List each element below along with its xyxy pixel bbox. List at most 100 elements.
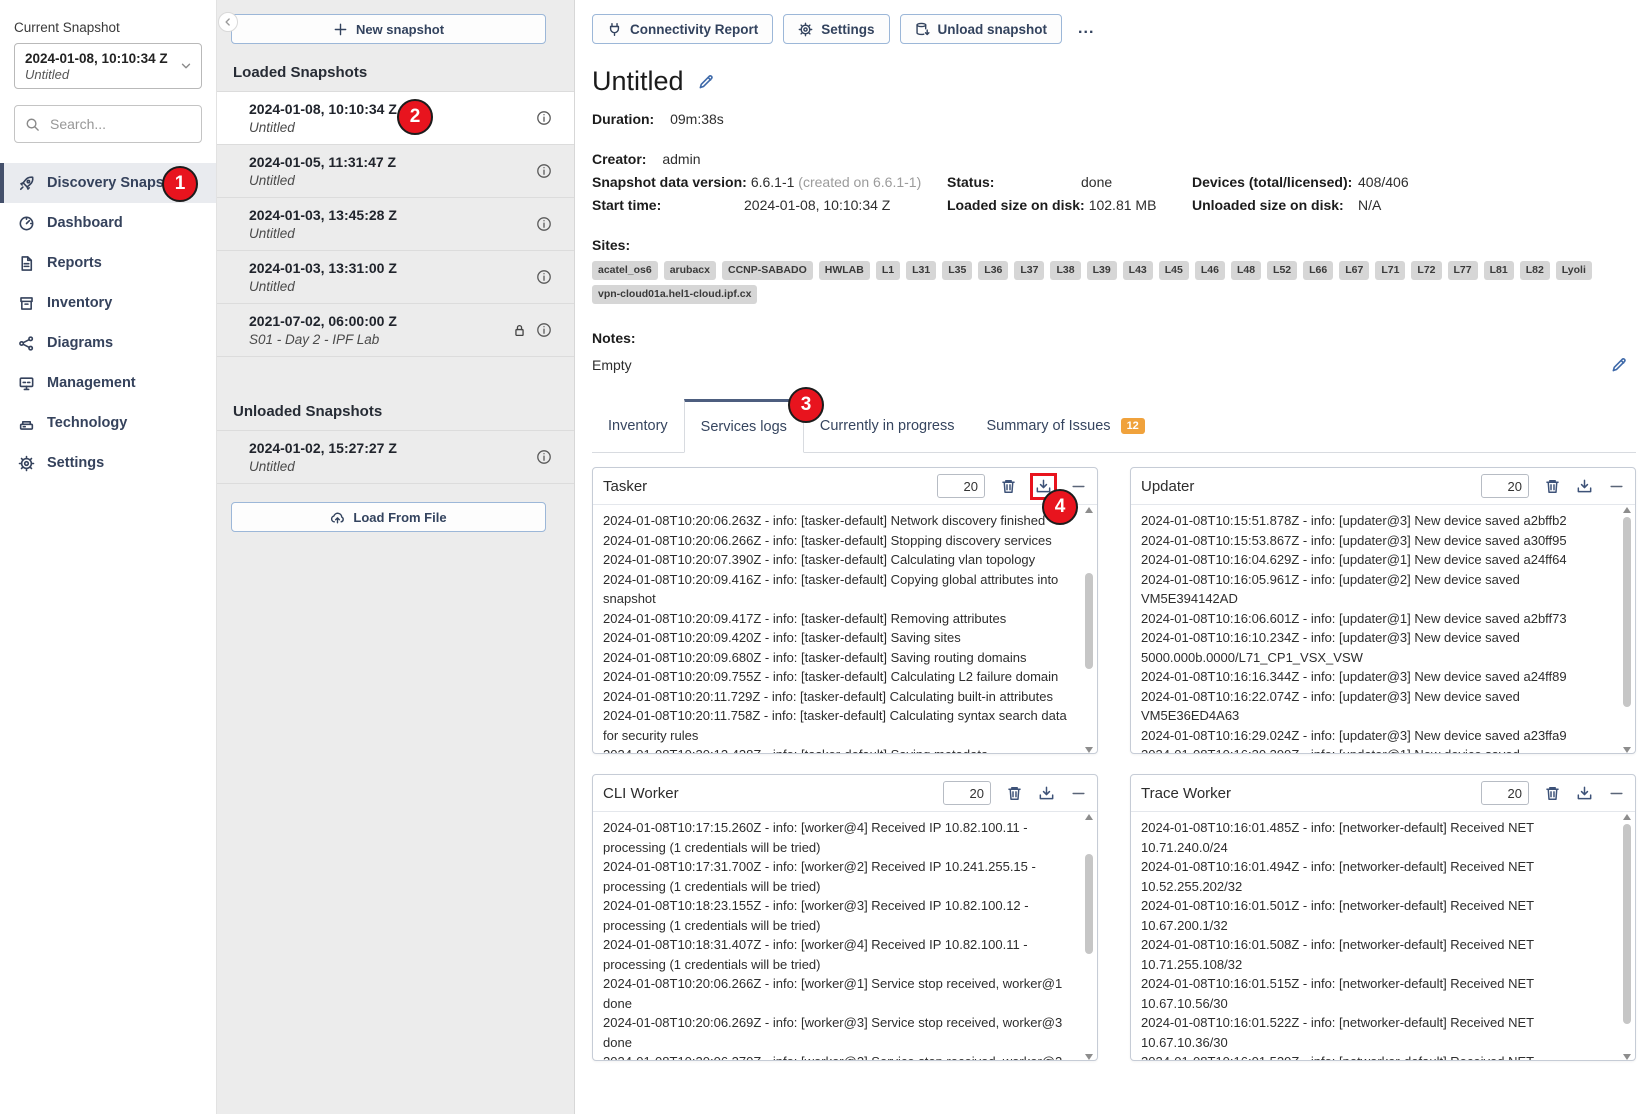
log-line: 2024-01-08T10:18:31.407Z - info: [worker… <box>603 935 1071 974</box>
scroll-down-icon[interactable] <box>1623 1054 1631 1060</box>
clear-logs-button[interactable] <box>1544 785 1561 802</box>
download-logs-button[interactable] <box>1576 478 1593 495</box>
log-count-input[interactable] <box>1481 474 1529 498</box>
download-icon <box>1576 478 1593 495</box>
sidebar-item[interactable]: Dashboard <box>0 203 216 243</box>
scroll-down-icon[interactable] <box>1623 747 1631 753</box>
log-panel-updater: Updater 2024-01-08T10:15:51.878Z - info:… <box>1130 467 1636 754</box>
log-count-input[interactable] <box>1481 781 1529 805</box>
collapse-panel-button[interactable] <box>1608 785 1625 802</box>
info-icon[interactable] <box>536 110 552 126</box>
collapse-sidebar-button[interactable] <box>218 12 238 32</box>
cloud-upload-icon <box>330 510 345 525</box>
sidebar-item[interactable]: Technology <box>0 403 216 443</box>
clear-logs-button[interactable] <box>1000 478 1017 495</box>
scrollbar-thumb[interactable] <box>1085 573 1093 669</box>
scroll-up-icon[interactable] <box>1085 814 1093 820</box>
log-list[interactable]: 2024-01-08T10:17:15.260Z - info: [worker… <box>593 812 1097 1061</box>
scrollbar[interactable] <box>1622 507 1632 753</box>
settings-button[interactable]: Settings <box>783 14 889 44</box>
tab[interactable]: Services logs <box>684 399 804 453</box>
plug-icon <box>607 22 622 37</box>
scroll-up-icon[interactable] <box>1623 507 1631 513</box>
scrollbar[interactable] <box>1084 814 1094 1060</box>
collapse-panel-button[interactable] <box>1070 478 1087 495</box>
scroll-up-icon[interactable] <box>1085 507 1093 513</box>
panel-header: CLI Worker <box>593 775 1097 812</box>
panel-controls: 4 <box>937 474 1087 498</box>
snapshot-name: Untitled <box>249 120 514 135</box>
sidebar-nav: Discovery Snapshot Dashboard Reports Inv… <box>0 163 216 483</box>
snapshot-list-item[interactable]: 2024-01-05, 11:31:47 Z Untitled <box>217 145 574 198</box>
scrollbar[interactable] <box>1622 814 1632 1060</box>
site-tag: L36 <box>978 261 1008 280</box>
search-input[interactable] <box>48 115 191 133</box>
log-list[interactable]: 2024-01-08T10:16:01.485Z - info: [networ… <box>1131 812 1635 1061</box>
log-panel-trace-worker: Trace Worker 2024-01-08T10:16:01.485Z - … <box>1130 774 1636 1061</box>
sidebar-item[interactable]: Settings <box>0 443 216 483</box>
search-box[interactable] <box>14 105 202 143</box>
tab[interactable]: Summary of Issues 12 <box>970 399 1160 452</box>
trash-icon <box>1544 478 1561 495</box>
site-tag: L48 <box>1231 261 1261 280</box>
collapse-panel-button[interactable] <box>1070 785 1087 802</box>
log-count-input[interactable] <box>943 781 991 805</box>
log-list[interactable]: 2024-01-08T10:15:51.878Z - info: [update… <box>1131 505 1635 754</box>
new-snapshot-button[interactable]: New snapshot <box>231 14 546 44</box>
snapshot-item-icons <box>536 163 552 179</box>
download-logs-button[interactable] <box>1576 785 1593 802</box>
snapshot-list-item[interactable]: 2024-01-08, 10:10:34 Z Untitled <box>217 91 574 145</box>
load-from-file-button[interactable]: Load From File <box>231 502 546 532</box>
snapshot-list-item[interactable]: 2021-07-02, 06:00:00 Z S01 - Day 2 - IPF… <box>217 304 574 357</box>
scroll-down-icon[interactable] <box>1085 1054 1093 1060</box>
scroll-up-icon[interactable] <box>1623 814 1631 820</box>
scrollbar[interactable] <box>1084 507 1094 753</box>
download-logs-button-highlighted[interactable]: 4 <box>1030 473 1057 500</box>
tab[interactable]: Currently in progress <box>804 399 971 452</box>
current-snapshot-dropdown[interactable]: 2024-01-08, 10:10:34 Z Untitled <box>14 43 202 89</box>
scrollbar-thumb[interactable] <box>1623 824 1631 1024</box>
sidebar-item-label: Settings <box>47 455 104 471</box>
log-list[interactable]: 2024-01-08T10:20:06.263Z - info: [tasker… <box>593 505 1097 754</box>
log-line: 2024-01-08T10:20:12.438Z - info: [tasker… <box>603 745 1071 754</box>
edit-notes-icon[interactable] <box>1611 356 1628 373</box>
more-actions-button[interactable]: ... <box>1072 20 1100 38</box>
log-line: 2024-01-08T10:16:01.485Z - info: [networ… <box>1141 818 1609 857</box>
snapshot-list-item[interactable]: 2024-01-02, 15:27:27 Z Untitled <box>217 430 574 484</box>
scrollbar-thumb[interactable] <box>1085 854 1093 954</box>
info-icon[interactable] <box>536 216 552 232</box>
version-note: (created on 6.6.1-1) <box>798 174 921 190</box>
scrollbar-thumb[interactable] <box>1623 517 1631 707</box>
sidebar-item[interactable]: Management <box>0 363 216 403</box>
sidebar-item[interactable]: Reports <box>0 243 216 283</box>
scroll-down-icon[interactable] <box>1085 747 1093 753</box>
duration-value: 09m:38s <box>670 111 724 127</box>
download-logs-button[interactable] <box>1038 785 1055 802</box>
snapshot-list-item[interactable]: 2024-01-03, 13:45:28 Z Untitled <box>217 198 574 251</box>
log-line: 2024-01-08T10:16:29.024Z - info: [update… <box>1141 726 1609 746</box>
collapse-panel-button[interactable] <box>1608 478 1625 495</box>
sidebar-item[interactable]: Inventory <box>0 283 216 323</box>
clear-logs-button[interactable] <box>1544 478 1561 495</box>
log-line: 2024-01-08T10:16:01.501Z - info: [networ… <box>1141 896 1609 935</box>
edit-title-icon[interactable] <box>698 73 715 90</box>
info-icon[interactable] <box>536 322 552 338</box>
site-tag: L46 <box>1195 261 1225 280</box>
info-icon[interactable] <box>536 449 552 465</box>
info-icon[interactable] <box>536 163 552 179</box>
database-download-icon <box>915 22 930 37</box>
sidebar-item[interactable]: Diagrams <box>0 323 216 363</box>
duration-row: Duration: 09m:38s <box>592 111 1636 127</box>
log-line: 2024-01-08T10:20:06.269Z - info: [worker… <box>603 1013 1071 1052</box>
connectivity-report-button[interactable]: Connectivity Report <box>592 14 773 44</box>
settings-label: Settings <box>821 22 874 37</box>
log-line: 2024-01-08T10:20:09.416Z - info: [tasker… <box>603 570 1071 609</box>
snapshot-list-item[interactable]: 2024-01-03, 13:31:00 Z Untitled <box>217 251 574 304</box>
log-count-input[interactable] <box>937 474 985 498</box>
tab[interactable]: Inventory <box>592 399 684 452</box>
unload-snapshot-button[interactable]: Unload snapshot <box>900 14 1063 44</box>
snapshot-panel: New snapshot Loaded Snapshots 2024-01-08… <box>217 0 575 1114</box>
log-panel-tasker: Tasker 4 2024-01-08T10:20:06.263Z - <box>592 467 1098 754</box>
clear-logs-button[interactable] <box>1006 785 1023 802</box>
info-icon[interactable] <box>536 269 552 285</box>
